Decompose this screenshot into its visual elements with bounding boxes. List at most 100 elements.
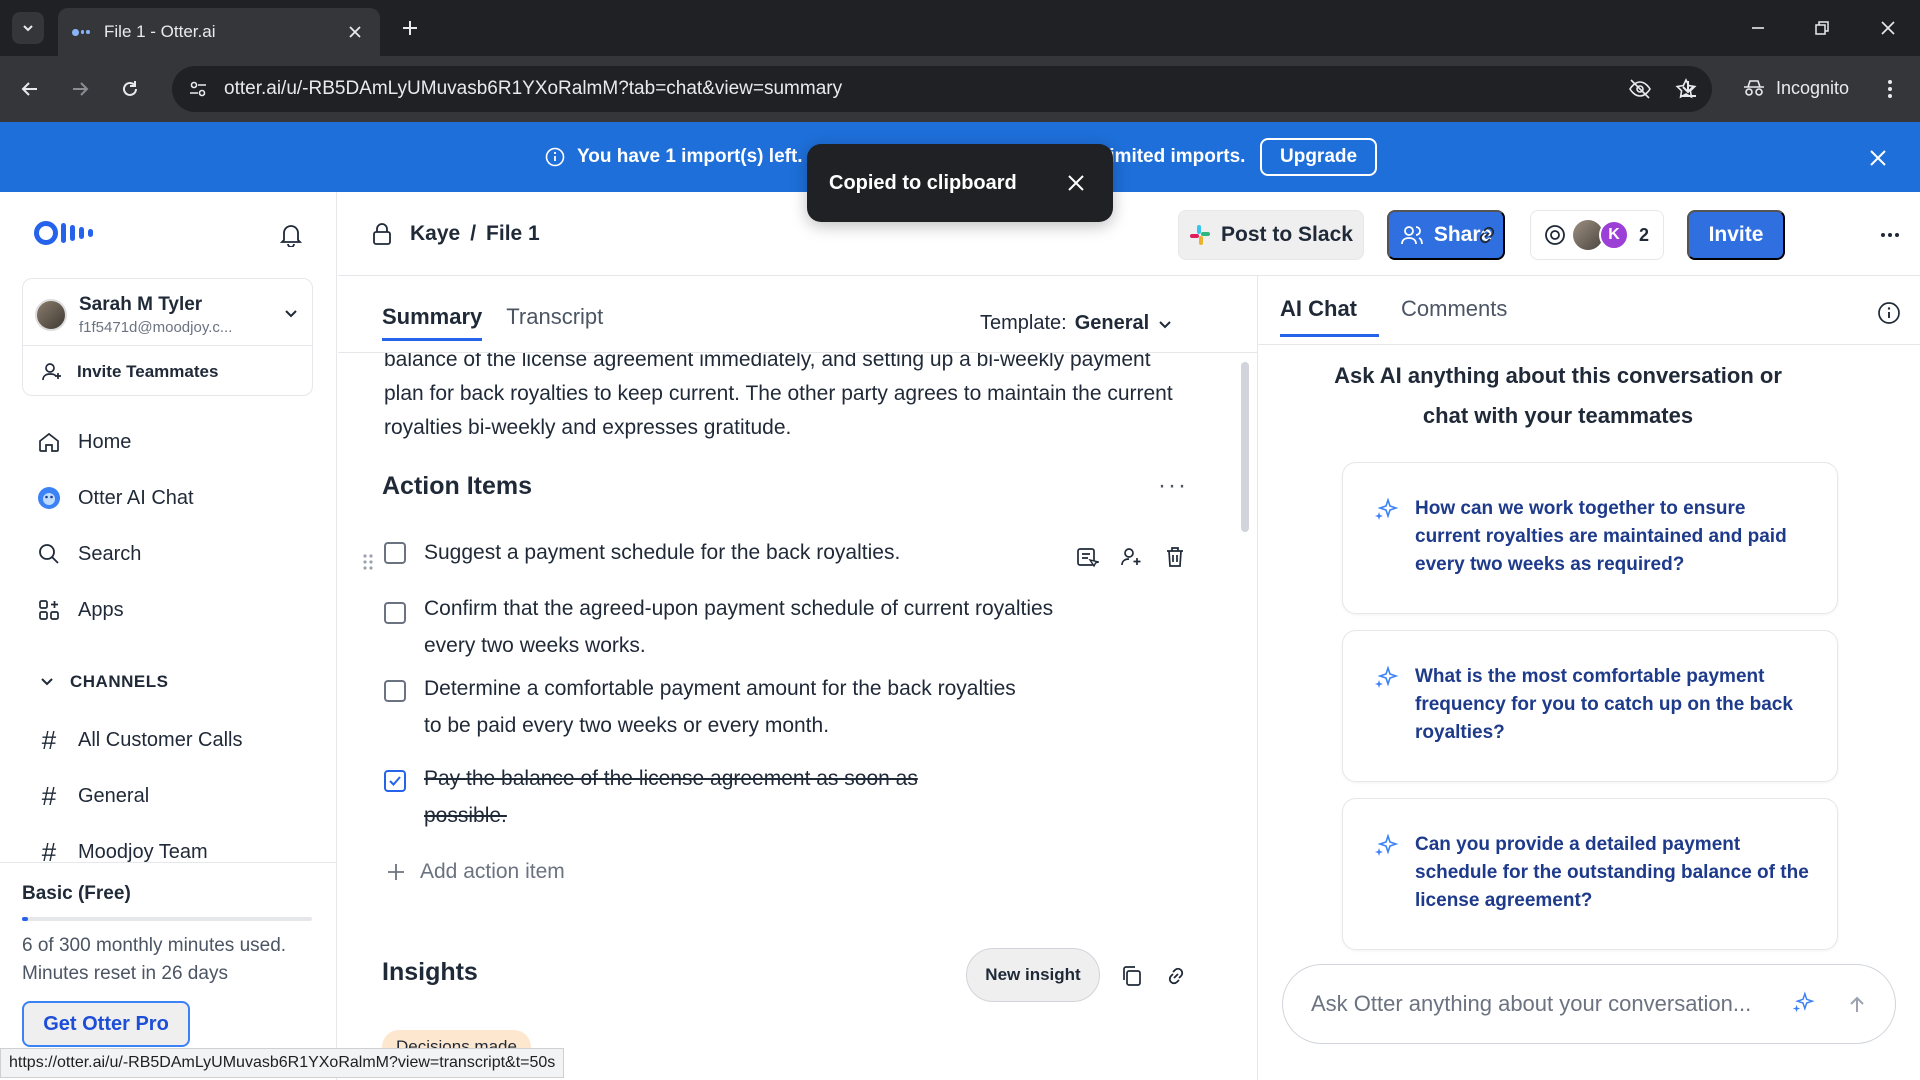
conversation-header: Kaye / File 1 Post to Slack Share K 2 In… xyxy=(338,192,1920,276)
tab-summary[interactable]: Summary xyxy=(382,304,483,341)
suggested-question-card[interactable]: How can we work together to ensure curre… xyxy=(1342,462,1838,614)
banner-message-start: You have 1 import(s) left. xyxy=(577,146,803,167)
eye-off-icon[interactable] xyxy=(1620,69,1660,109)
suggested-question-text: What is the most comfortable payment fre… xyxy=(1415,666,1793,743)
action-item-text[interactable]: Suggest a payment schedule for the back … xyxy=(424,534,1064,571)
breadcrumb-file[interactable]: File 1 xyxy=(486,222,540,246)
sparkle-icon xyxy=(1792,991,1815,1013)
incognito-indicator[interactable]: Incognito xyxy=(1728,68,1863,108)
upgrade-button[interactable]: Upgrade xyxy=(1260,138,1378,176)
hash-icon: # xyxy=(41,780,57,811)
link-icon[interactable] xyxy=(1162,962,1190,990)
sidebar-channel-all-customer-calls[interactable]: # All Customer Calls xyxy=(22,716,322,764)
chevron-down-icon xyxy=(23,25,33,32)
action-item-checkbox[interactable] xyxy=(384,680,406,702)
otter-favicon-icon xyxy=(72,28,90,36)
suggested-question-text: Can you provide a detailed payment sched… xyxy=(1415,834,1809,911)
invite-teammates-button[interactable]: Invite Teammates xyxy=(23,345,312,397)
incognito-icon xyxy=(1744,80,1764,96)
browser-menu-icon[interactable] xyxy=(1874,73,1906,105)
more-options-icon[interactable] xyxy=(1875,220,1905,250)
suggested-question-card[interactable]: Can you provide a detailed payment sched… xyxy=(1342,798,1838,950)
breadcrumb-separator: / xyxy=(470,222,477,245)
chevron-down-icon xyxy=(285,310,297,318)
forward-arrow-icon[interactable] xyxy=(64,73,96,105)
restore-icon[interactable] xyxy=(1804,10,1840,46)
tab-transcript[interactable]: Transcript xyxy=(506,304,603,341)
close-window-icon[interactable] xyxy=(1870,10,1906,46)
delete-trash-icon[interactable] xyxy=(1162,544,1188,570)
suggested-question-card[interactable]: What is the most comfortable payment fre… xyxy=(1342,630,1838,782)
invite-button[interactable]: Invite xyxy=(1687,210,1785,260)
tab-ai-chat[interactable]: AI Chat xyxy=(1280,296,1379,337)
reset-text: Minutes reset in 26 days xyxy=(22,963,228,984)
sidebar-channel-general[interactable]: # General xyxy=(22,772,322,820)
info-icon[interactable] xyxy=(1874,298,1904,328)
get-otter-pro-button[interactable]: Get Otter Pro xyxy=(22,1001,190,1047)
avatar xyxy=(35,299,67,331)
action-item-text[interactable]: Determine a comfortable payment amount f… xyxy=(424,670,1024,744)
sidebar-item-home[interactable]: Home xyxy=(22,418,322,466)
download-icon[interactable] xyxy=(1672,73,1704,105)
sidebar-item-apps[interactable]: Apps xyxy=(22,586,322,634)
back-arrow-icon[interactable] xyxy=(14,73,46,105)
tab-title: File 1 - Otter.ai xyxy=(104,22,216,41)
site-info-icon[interactable] xyxy=(182,73,214,105)
channels-header[interactable]: CHANNELS xyxy=(40,672,168,692)
copy-link-icon[interactable] xyxy=(1472,220,1502,250)
add-to-calendar-icon[interactable] xyxy=(1074,544,1100,570)
assign-user-icon[interactable] xyxy=(1118,544,1144,570)
action-items-more-icon[interactable]: ··· xyxy=(1158,472,1188,500)
post-to-slack-label: Post to Slack xyxy=(1221,223,1353,246)
minimize-icon[interactable] xyxy=(1740,10,1776,46)
tab-comments[interactable]: Comments xyxy=(1379,296,1507,337)
reload-icon[interactable] xyxy=(114,73,146,105)
drag-handle-icon[interactable] xyxy=(362,552,374,572)
action-item-checkbox[interactable] xyxy=(384,602,406,624)
template-selector[interactable]: Template: General xyxy=(980,312,1173,335)
summary-scrollbar[interactable] xyxy=(1241,362,1249,532)
sidebar-item-label: Apps xyxy=(78,598,124,621)
new-tab-icon[interactable] xyxy=(396,14,424,42)
sidebar-item-otter-ai-chat[interactable]: Otter AI Chat xyxy=(22,474,322,522)
action-item-checkbox[interactable] xyxy=(384,542,406,564)
action-item-text[interactable]: Confirm that the agreed-upon payment sch… xyxy=(424,590,1064,664)
close-banner-icon[interactable] xyxy=(1864,144,1892,172)
usage-text: 6 of 300 monthly minutes used. xyxy=(22,935,287,956)
search-icon xyxy=(36,541,62,567)
banner-message-end: limited imports. xyxy=(1104,146,1246,167)
summary-pane: Summary Transcript Template: General bal… xyxy=(338,276,1257,1048)
copy-icon[interactable] xyxy=(1118,962,1146,990)
ask-otter-input[interactable] xyxy=(1311,991,1791,1017)
collaborators-widget[interactable]: K 2 xyxy=(1530,210,1664,260)
hash-icon: # xyxy=(41,724,57,755)
add-action-item-button[interactable]: Add action item xyxy=(386,860,565,884)
post-to-slack-button[interactable]: Post to Slack xyxy=(1178,210,1364,260)
sidebar: Sarah M Tyler f1f5471d@moodjoy.c... Invi… xyxy=(0,192,337,1080)
user-account-switcher[interactable]: Sarah M Tyler f1f5471d@moodjoy.c... xyxy=(35,291,303,339)
close-tab-icon[interactable] xyxy=(344,21,366,43)
decisions-made-chip[interactable]: Decisions made xyxy=(382,1030,531,1048)
tab-search-button[interactable] xyxy=(12,12,44,44)
notifications-bell-icon[interactable] xyxy=(276,220,306,250)
action-item-tools xyxy=(1074,544,1188,570)
collaborator-count: 2 xyxy=(1639,224,1650,245)
otter-logo-icon xyxy=(34,221,93,245)
otter-logo[interactable] xyxy=(34,220,100,246)
action-item-checkbox-checked[interactable] xyxy=(384,770,406,792)
address-bar[interactable]: otter.ai/u/-RB5DAmLyUMuvasb6R1YXoRalmM?t… xyxy=(172,66,1712,112)
browser-tab-strip: File 1 - Otter.ai xyxy=(0,0,1920,56)
action-item-text[interactable]: Pay the balance of the license agreement… xyxy=(424,760,984,834)
sidebar-item-search[interactable]: Search xyxy=(22,530,322,578)
breadcrumb-owner[interactable]: Kaye xyxy=(410,222,460,246)
url-text[interactable]: otter.ai/u/-RB5DAmLyUMuvasb6R1YXoRalmM?t… xyxy=(224,78,1620,100)
close-toast-icon[interactable] xyxy=(1061,168,1091,198)
channel-label: General xyxy=(78,784,150,807)
send-arrow-icon[interactable] xyxy=(1839,987,1875,1023)
right-panel-divider xyxy=(1258,344,1920,345)
add-action-item-label: Add action item xyxy=(420,860,565,883)
new-insight-button[interactable]: New insight xyxy=(966,948,1100,1002)
sidebar-item-label: Home xyxy=(78,430,132,453)
browser-tab[interactable]: File 1 - Otter.ai xyxy=(58,8,380,56)
suggested-question-text: How can we work together to ensure curre… xyxy=(1415,498,1787,575)
